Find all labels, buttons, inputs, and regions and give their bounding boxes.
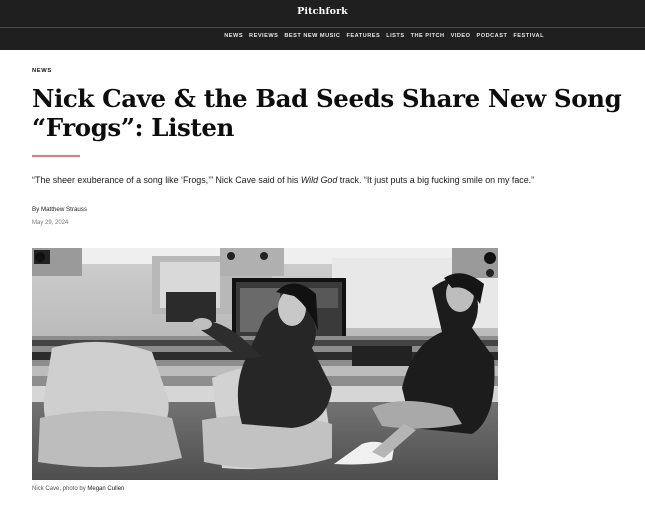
site-header: Pitchfork NEWS REVIEWS BEST NEW MUSIC FE… — [0, 0, 645, 50]
photographer-link[interactable]: Megan Cullen — [87, 486, 124, 492]
publish-date: May 29, 2024 — [32, 220, 69, 226]
article-headline: Nick Cave & the Bad Seeds Share New Song… — [32, 84, 622, 142]
pitchfork-logo[interactable]: Pitchfork — [0, 6, 645, 17]
nav-reviews[interactable]: REVIEWS — [249, 33, 278, 39]
dek-text-start: “The sheer exuberance of a song like ‘Fr… — [32, 175, 301, 185]
nav-the-pitch[interactable]: THE PITCH — [411, 33, 445, 39]
nav-news[interactable]: NEWS — [224, 33, 243, 39]
byline-prefix: By — [32, 206, 41, 213]
author-link[interactable]: Matthew Strauss — [41, 206, 87, 213]
dek-text-end: track. “It just puts a big fucking smile… — [337, 175, 535, 185]
nav-features[interactable]: FEATURES — [346, 33, 380, 39]
header-divider — [0, 27, 645, 28]
nav-video[interactable]: VIDEO — [451, 33, 471, 39]
lead-photo — [32, 248, 498, 480]
dek-album-title: Wild God — [300, 175, 338, 185]
nav-best-new-music[interactable]: BEST NEW MUSIC — [284, 33, 340, 39]
nav-festival[interactable]: FESTIVAL — [513, 33, 544, 39]
caption-prefix: Nick Cave, photo by — [32, 486, 88, 492]
accent-rule — [32, 155, 80, 157]
section-label[interactable]: NEWS — [32, 68, 52, 74]
studio-photo-illustration — [32, 248, 498, 480]
nav-podcast[interactable]: PODCAST — [477, 33, 508, 39]
article-dek: “The sheer exuberance of a song like ‘Fr… — [32, 174, 622, 186]
photo-caption: Nick Cave, photo by Megan Cullen — [32, 486, 124, 492]
main-nav: NEWS REVIEWS BEST NEW MUSIC FEATURES LIS… — [224, 33, 544, 39]
nav-lists[interactable]: LISTS — [386, 33, 404, 39]
byline: By Matthew Strauss — [32, 206, 87, 213]
